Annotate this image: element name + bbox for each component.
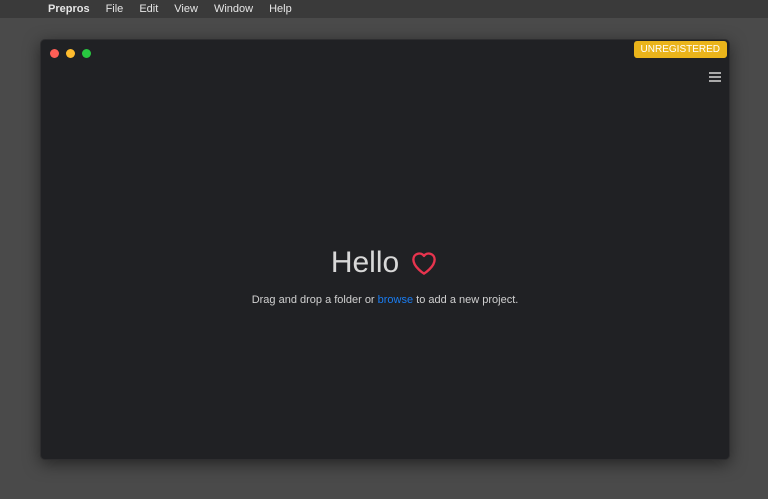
menu-help[interactable]: Help (269, 3, 292, 15)
zoom-button[interactable] (82, 49, 91, 58)
instructions-text: Drag and drop a folder or (251, 294, 378, 306)
menu-window[interactable]: Window (214, 3, 253, 15)
minimize-button[interactable] (66, 49, 75, 58)
hello-heading: Hello (331, 246, 439, 280)
menu-file[interactable]: File (106, 3, 124, 15)
menu-edit[interactable]: Edit (139, 3, 158, 15)
drop-zone[interactable]: Hello Drag and drop a folder or browse t… (41, 246, 729, 306)
hello-title: Hello (330, 246, 400, 279)
instructions-text-end: to add a new project. (413, 294, 519, 306)
unregistered-badge[interactable]: UNREGISTERED (633, 41, 727, 58)
menu-app[interactable]: Prepros (48, 3, 90, 15)
close-button[interactable] (50, 49, 59, 58)
heart-icon (412, 252, 437, 275)
window-controls (50, 49, 91, 58)
app-window: UNREGISTERED Hello Drag and drop a folde… (40, 39, 730, 460)
instructions: Drag and drop a folder or browse to add … (41, 294, 729, 306)
menu-view[interactable]: View (174, 3, 198, 15)
menu-bar: Prepros File Edit View Window Help (0, 0, 768, 18)
hamburger-menu-icon[interactable] (709, 72, 721, 84)
browse-link[interactable]: browse (378, 294, 413, 306)
